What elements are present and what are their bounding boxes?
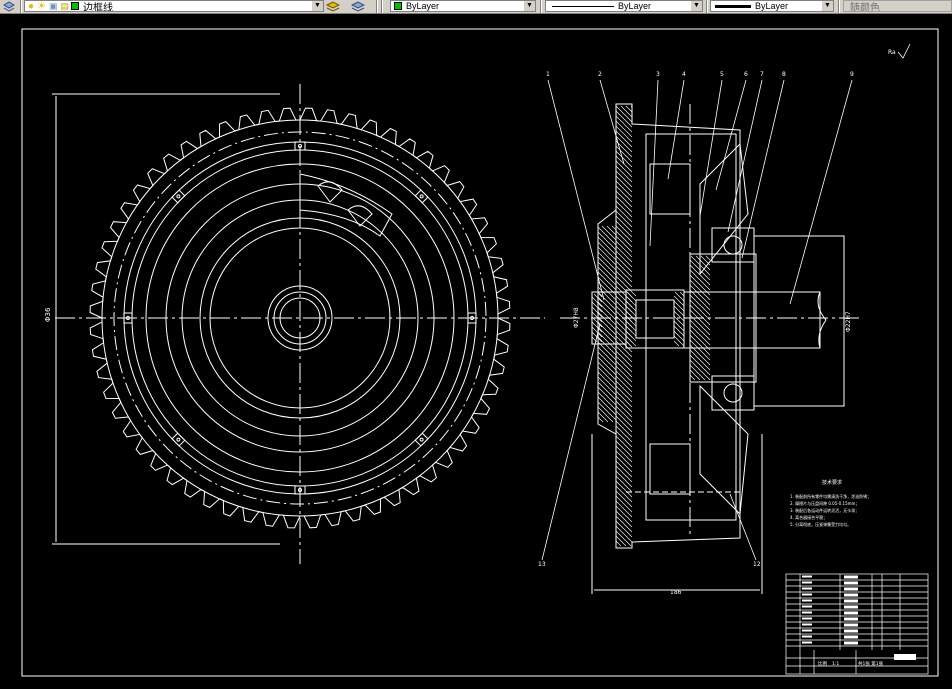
- bolt-hole: [171, 189, 186, 204]
- linetype-value: ByLayer: [618, 1, 652, 11]
- tech-note: 3. 装配后各运动件运转灵活，无卡滞；: [790, 507, 859, 513]
- color-value: ByLayer: [406, 1, 440, 11]
- lock-icon[interactable]: ▤: [61, 1, 70, 11]
- color-swatch: [394, 2, 402, 10]
- callout-13: 13: [538, 561, 546, 568]
- callout-1: 1: [546, 71, 550, 78]
- tech-note: 4. 离合器接合平稳；: [790, 514, 827, 520]
- bom-cell-fill: [844, 587, 858, 591]
- drawing-border: [21, 28, 939, 677]
- title-block-sheet-label: 共1张 第1张: [858, 660, 884, 667]
- bom-cell-fill: [802, 623, 812, 626]
- tech-title: 技术要求: [822, 479, 842, 486]
- chevron-down-icon[interactable]: ▼: [822, 1, 833, 11]
- title-block-scale-value: 1:1: [832, 661, 839, 667]
- lineweight-value: ByLayer: [755, 1, 789, 11]
- bom-cell-fill: [844, 629, 858, 633]
- bom-cell-fill: [844, 581, 858, 585]
- bom-cell-fill: [844, 605, 858, 609]
- linetype-dropdown[interactable]: ByLayer ▼: [545, 0, 703, 12]
- arc-slot: [299, 173, 393, 237]
- shaft-housing: [753, 235, 845, 407]
- bolt-hole: [171, 432, 186, 447]
- bom-cell-fill: [802, 587, 812, 590]
- leader-lines: [541, 79, 853, 561]
- bom-cell-fill: [802, 641, 812, 644]
- color-dropdown[interactable]: ByLayer ▼: [390, 0, 536, 12]
- callout-4: 4: [682, 71, 686, 78]
- section-hatching: [591, 105, 711, 547]
- bom-cell-fill: [802, 593, 812, 596]
- plotstyle-value: 随颜色: [850, 2, 880, 12]
- lineweight-preview: [715, 4, 751, 8]
- callout-6: 6: [744, 71, 748, 78]
- spring-segment-bottom: [699, 384, 749, 516]
- callout-7: 7: [760, 71, 764, 78]
- shaft-dim-right: Φ22H7: [845, 311, 852, 332]
- bolt-hole: [414, 189, 429, 204]
- callout-9: 9: [850, 71, 854, 78]
- bom-cell-fill: [844, 635, 858, 639]
- tech-notes: 1. 装配前所有零件均需清洗干净，涂油防锈；2. 摩擦片与压盘间隙 0.05-0…: [790, 493, 871, 527]
- freeze-vp-icon[interactable]: ▣: [49, 1, 58, 11]
- lightbulb-icon[interactable]: ●: [28, 1, 34, 11]
- bom-cell-fill: [844, 617, 858, 621]
- roughness-mark: Ra: [888, 49, 896, 56]
- bom-cell-fill: [802, 605, 812, 608]
- tech-note: 1. 装配前所有零件均需清洗干净，涂油防锈；: [790, 493, 871, 499]
- bom-cell-fill: [802, 617, 812, 620]
- sun-icon[interactable]: ☀: [37, 1, 46, 11]
- roughness-symbol-icon: [897, 43, 911, 59]
- drawing-canvas[interactable]: Φ36 123456789 13 12 186 Φ27H8 Φ22H7 Ra 技…: [0, 14, 952, 684]
- bom-cell-fill: [802, 599, 812, 602]
- bom-cell-fill: [844, 623, 858, 627]
- left-dim-label: Φ36: [44, 307, 52, 322]
- chevron-down-icon[interactable]: ▼: [312, 1, 323, 11]
- tech-note: 2. 摩擦片与压盘间隙 0.05-0.15mm；: [790, 500, 859, 506]
- callout-12: 12: [753, 561, 761, 568]
- callout-labels: 1 2 3 4 5 6 7 8 9: [546, 71, 854, 78]
- make-object-layer-current-icon[interactable]: [326, 0, 344, 13]
- gear-front-view: [52, 84, 545, 564]
- title-block-scale-label: 比例: [818, 660, 827, 667]
- bom-cell-fill: [844, 593, 858, 597]
- bom-cell-fill: [802, 629, 812, 632]
- callout-3: 3: [656, 71, 660, 78]
- bom-cell-fill: [802, 581, 812, 584]
- layer-dropdown[interactable]: ● ☀ ▣ ▤ 边框线 ▼: [24, 0, 324, 12]
- bom-cell-fill: [844, 575, 858, 579]
- callout-5: 5: [720, 71, 724, 78]
- cad-drawing: Φ36 123456789 13 12 186 Φ27H8 Φ22H7 Ra 技…: [21, 28, 939, 677]
- layer-color-swatch: [71, 2, 80, 10]
- lineweight-dropdown[interactable]: ByLayer ▼: [710, 0, 834, 12]
- properties-toolbar: ● ☀ ▣ ▤ 边框线 ▼ ByLayer ▼ ByLayer ▼ ByLaye…: [0, 0, 952, 14]
- bom-cell-fill: [844, 611, 858, 615]
- tech-note: 5. 分离彻底，压紧弹簧受力均匀。: [790, 521, 851, 527]
- plotstyle-dropdown: 随颜色: [843, 0, 952, 12]
- bottom-dim-label: 186: [670, 589, 682, 596]
- bom-cell-fill: [844, 641, 858, 645]
- callout-2: 2: [598, 71, 602, 78]
- drawing-number-cell: [894, 654, 916, 660]
- layer-name: 边框线: [83, 2, 114, 12]
- bom-cell-fill: [802, 575, 812, 578]
- bom-cell-fill: [802, 635, 812, 638]
- bom-cell-fill: [844, 599, 858, 603]
- linetype-preview: [552, 5, 614, 7]
- layer-previous-icon[interactable]: [351, 0, 369, 13]
- callout-8: 8: [782, 71, 786, 78]
- bolt-hole: [414, 432, 429, 447]
- chevron-down-icon[interactable]: ▼: [524, 1, 535, 11]
- bom-cell-fill: [802, 611, 812, 614]
- shaft-dim-left: Φ27H8: [573, 307, 580, 328]
- layer-manager-icon[interactable]: [3, 0, 17, 13]
- chevron-down-icon[interactable]: ▼: [691, 1, 702, 11]
